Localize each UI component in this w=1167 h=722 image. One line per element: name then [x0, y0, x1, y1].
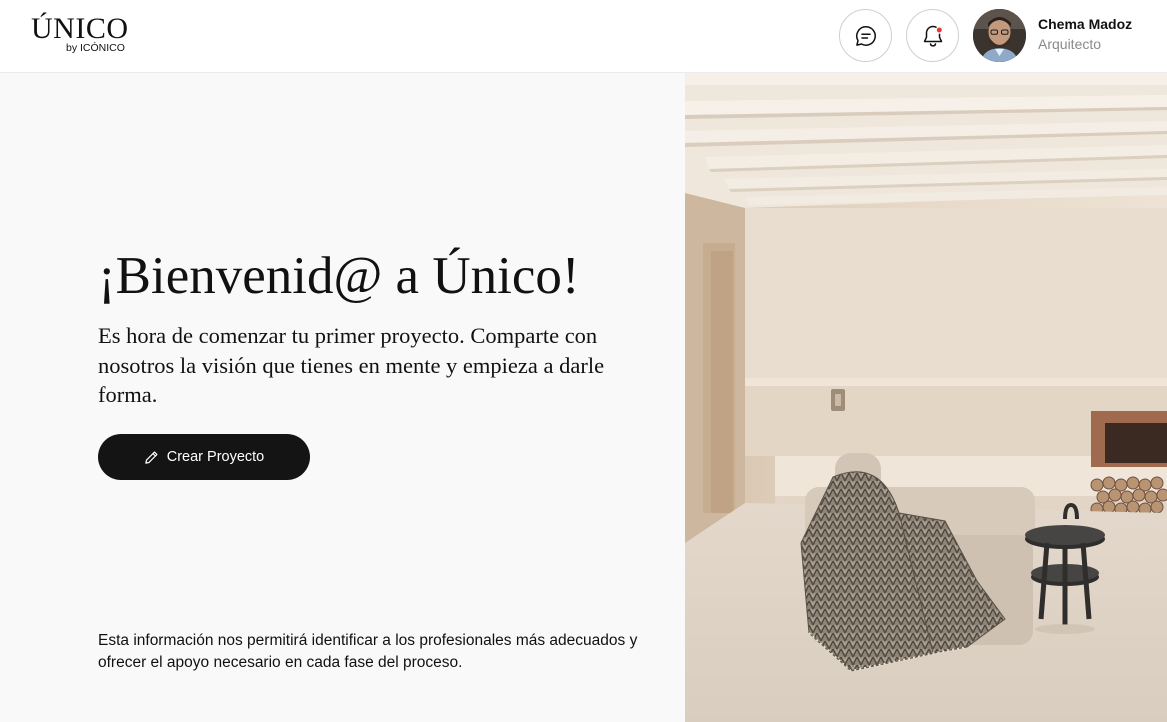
user-role: Arquitecto — [1038, 36, 1102, 52]
notifications-button[interactable] — [906, 9, 959, 62]
top-header: ÚNICO by ICÓNICO Chema Madoz Arquitecto — [0, 0, 1167, 73]
chat-bubble-icon — [854, 24, 878, 48]
brand-logo[interactable]: ÚNICO by ICÓNICO — [31, 12, 135, 58]
bell-icon — [920, 23, 946, 49]
create-project-label: Crear Proyecto — [166, 449, 265, 465]
welcome-subtitle: Es hora de comenzar tu primer proyecto. … — [98, 323, 605, 407]
welcome-title: ¡Bienvenid@ a Único! — [98, 247, 580, 305]
notification-dot — [935, 25, 943, 34]
logo-subtext: by ICÓNICO — [66, 42, 125, 54]
interior-photo — [685, 73, 1167, 722]
user-name[interactable]: Chema Madoz — [1038, 15, 1132, 33]
messages-button[interactable] — [839, 9, 892, 62]
logo-text: ÚNICO — [31, 12, 129, 45]
info-text: Esta información nos permitirá identific… — [98, 632, 638, 671]
welcome-panel: ¡Bienvenid@ a Único! Es hora de comenzar… — [0, 73, 685, 722]
user-avatar[interactable] — [973, 9, 1026, 62]
pencil-icon — [144, 450, 159, 465]
create-project-button[interactable]: Crear Proyecto — [98, 434, 310, 480]
